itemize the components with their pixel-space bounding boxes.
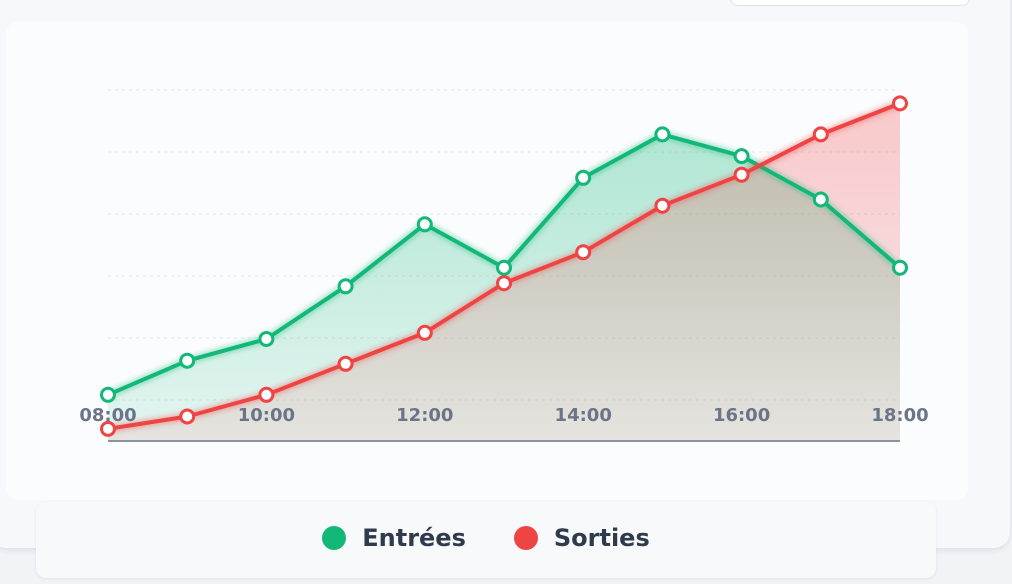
point-entrees [100,386,116,403]
legend-label-sorties: Sorties [553,524,650,552]
legend-item-entrees[interactable]: Entrées [322,524,466,552]
line-chart: 08:00 10:00 12:00 14:00 16:00 18:00 [79,89,929,442]
point-entrees [337,278,354,295]
legend-card: Entrées Sorties [36,502,936,578]
point-sorties [496,275,512,292]
point-entrees [892,259,908,276]
x-tick-label: 14:00 [555,405,612,426]
point-entrees [654,126,671,143]
x-tick-label: 10:00 [238,405,295,426]
point-entrees [733,148,750,165]
point-sorties [179,408,196,425]
point-entrees [258,331,275,347]
point-entrees [496,259,512,276]
legend-dot-entrees [322,526,347,550]
point-sorties [654,197,671,214]
point-sorties [892,95,908,112]
x-tick-label: 18:00 [871,405,928,426]
point-entrees [575,169,592,186]
point-sorties [812,126,829,143]
point-entrees [416,216,433,233]
legend-dot-sorties [513,526,538,550]
point-sorties [733,166,750,183]
legend: Entrées Sorties [36,524,936,552]
point-sorties [575,244,592,261]
legend-label-entrees: Entrées [362,524,466,552]
point-entrees [812,191,829,208]
point-sorties [416,324,433,341]
x-tick-label: 12:00 [396,405,453,426]
point-sorties [337,355,354,372]
chart-card: 08:00 10:00 12:00 14:00 16:00 18:00 [6,22,968,500]
top-control[interactable] [730,0,970,6]
point-sorties [258,386,275,403]
point-sorties [100,420,116,437]
x-tick-label: 16:00 [713,405,770,426]
point-entrees [179,352,196,369]
legend-item-sorties[interactable]: Sorties [513,524,650,552]
